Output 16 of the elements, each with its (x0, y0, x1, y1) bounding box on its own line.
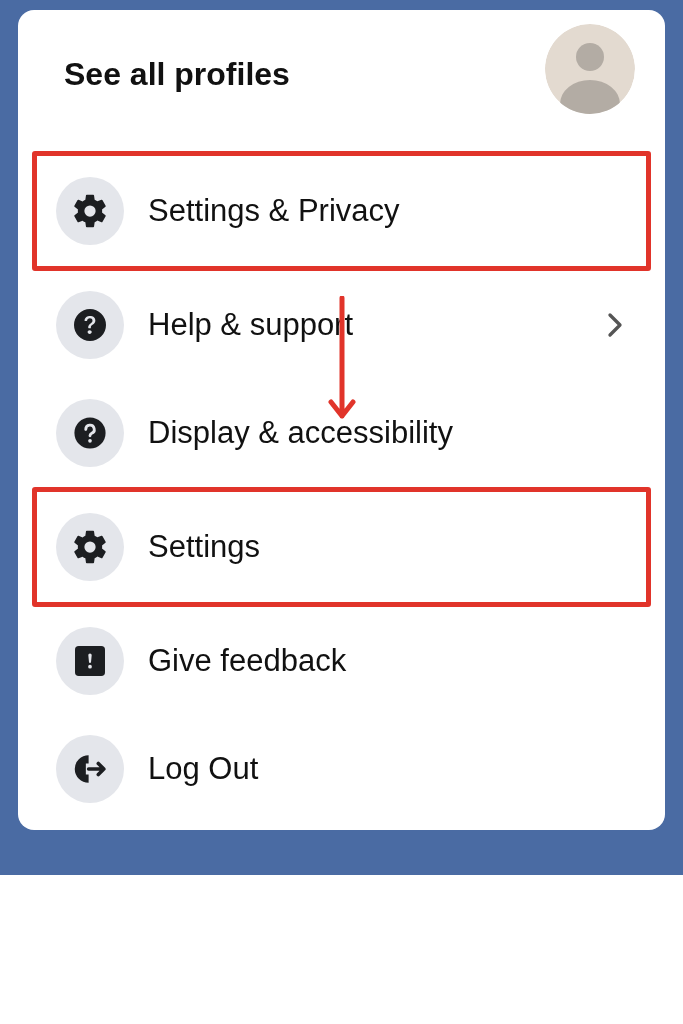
avatar[interactable] (545, 23, 635, 114)
logout-icon (72, 752, 108, 786)
menu-item-label[interactable]: Give feedback (148, 643, 635, 679)
menu-item[interactable]: Display & accessibility (32, 379, 651, 487)
gear-icon (72, 193, 108, 229)
menu-item-label[interactable]: Log Out (148, 751, 635, 787)
menu-item[interactable]: Give feedback (32, 607, 651, 715)
question-icon (74, 309, 106, 341)
gear-icon (72, 529, 108, 565)
menu-item-label[interactable]: Settings (148, 529, 630, 565)
menu-item[interactable]: Log Out (32, 715, 651, 823)
menu-item-label[interactable]: Display & accessibility (148, 415, 635, 451)
feedback-icon (75, 646, 105, 676)
display-icon (73, 416, 107, 450)
menu-title[interactable]: See all profiles (64, 56, 290, 105)
menu-item-label[interactable]: Settings & Privacy (148, 193, 630, 229)
